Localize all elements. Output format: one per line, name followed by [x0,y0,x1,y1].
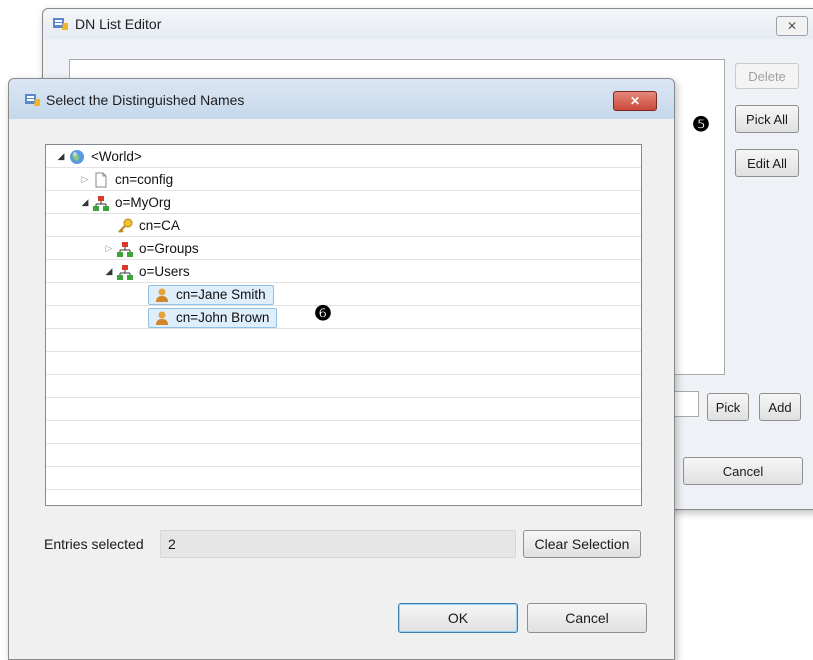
user-icon [156,311,168,325]
clear-selection-button[interactable]: Clear Selection [523,530,641,558]
tree-node-label: o=MyOrg [115,195,171,210]
add-button[interactable]: Add [759,393,801,421]
tree-node-label: cn=John Brown [176,310,270,325]
tree-node-label: o=Users [139,264,190,279]
tree-row [46,467,641,490]
tree-node-world[interactable]: ◢ <World> [56,145,145,168]
close-button[interactable]: ✕ [776,16,808,36]
tree-node-label: cn=Jane Smith [176,287,266,302]
tree-node-jane-smith[interactable]: cn=Jane Smith [148,283,274,306]
app-icon [53,18,68,30]
selection-highlight: cn=John Brown [148,307,278,328]
tree-row [46,352,641,375]
tree-row [46,421,641,444]
globe-icon [70,149,84,164]
tree-node-john-brown[interactable]: cn=John Brown [148,306,278,329]
tree-row [46,375,641,398]
document-icon [95,172,107,187]
tree-node-label: cn=config [115,172,174,187]
selection-highlight: cn=Jane Smith [148,284,274,305]
tree-node-label: o=Groups [139,241,199,256]
org-icon [117,241,133,257]
tree-node-label: cn=CA [139,218,180,233]
key-icon [118,218,133,233]
app-icon [25,94,40,106]
pick-all-button[interactable]: Pick All [735,105,799,133]
user-icon [156,288,168,302]
dn-list-editor-title: DN List Editor [75,16,162,32]
pick-button[interactable]: Pick [707,393,749,421]
back-cancel-button[interactable]: Cancel [683,457,803,485]
callout-6: ❻ [314,303,332,325]
org-icon [117,264,133,280]
ok-button[interactable]: OK [398,603,518,633]
expand-toggle[interactable]: ▷ [104,243,114,254]
close-icon: ✕ [629,94,641,108]
tree-row [46,444,641,467]
expand-toggle[interactable]: ◢ [104,266,114,277]
tree-row [46,283,641,306]
select-dn-dialog: Select the Distinguished Names ✕ ◢ <Worl… [8,78,675,660]
expand-toggle[interactable]: ◢ [56,151,66,162]
tree-node-ca[interactable]: cn=CA [114,214,183,237]
expand-toggle[interactable]: ◢ [80,197,90,208]
tree-node-groups[interactable]: ▷ o=Groups [104,237,202,260]
entries-selected-label: Entries selected [44,536,144,552]
delete-button[interactable]: Delete [735,63,799,89]
dn-list-editor-titlebar: DN List Editor ✕ [43,9,813,39]
callout-5: ❺ [692,114,710,136]
entries-selected-field: 2 [160,530,516,558]
dialog-title: Select the Distinguished Names [46,92,245,108]
expand-toggle[interactable]: ▷ [80,174,90,185]
tree-node-myorg[interactable]: ◢ o=MyOrg [80,191,174,214]
tree-node-config[interactable]: ▷ cn=config [80,168,176,191]
select-dn-titlebar: Select the Distinguished Names ✕ [9,79,674,119]
org-icon [93,195,109,211]
tree-row [46,398,641,421]
edit-all-button[interactable]: Edit All [735,149,799,177]
close-icon: ✕ [786,19,798,33]
tree-row [46,306,641,329]
dialog-close-button[interactable]: ✕ [613,91,657,111]
tree-node-label: <World> [91,149,142,164]
tree-row [46,329,641,352]
dn-tree[interactable]: ◢ <World> ▷ cn=config ◢ o=MyOrg cn=CA ▷ … [45,144,642,506]
entries-selected-count: 2 [168,536,176,552]
tree-node-users[interactable]: ◢ o=Users [104,260,193,283]
cancel-button[interactable]: Cancel [527,603,647,633]
